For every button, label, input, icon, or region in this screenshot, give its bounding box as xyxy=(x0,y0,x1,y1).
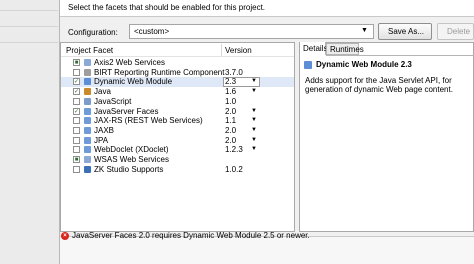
tab-divider xyxy=(326,55,474,56)
error-icon: × xyxy=(61,232,69,240)
chevron-down-icon[interactable]: ▼ xyxy=(251,145,257,155)
facet-name: JavaScript xyxy=(94,96,132,106)
facet-checkbox[interactable] xyxy=(73,97,80,105)
facet-checkbox[interactable]: ■ xyxy=(73,156,80,163)
facet-version: 1.0 xyxy=(225,96,237,106)
chevron-down-icon[interactable]: ▼ xyxy=(251,77,257,87)
details-panel xyxy=(299,42,474,232)
facet-name: JAX-RS (REST Web Services) xyxy=(94,116,203,126)
facet-icon xyxy=(84,78,91,86)
column-header-facet[interactable]: Project Facet xyxy=(62,44,222,56)
facet-version: 1.6 xyxy=(225,87,237,97)
window-left-strip xyxy=(0,0,60,264)
facet-checkbox[interactable]: ✓ xyxy=(73,107,80,115)
facet-row[interactable]: JPA 2.0 ▼ xyxy=(61,136,294,146)
chevron-down-icon[interactable]: ▼ xyxy=(361,27,368,34)
chevron-down-icon[interactable]: ▼ xyxy=(251,116,257,126)
facet-row[interactable]: JavaScript 1.0 xyxy=(61,97,294,107)
facet-row[interactable]: ✓ Java 1.6 ▼ xyxy=(61,87,294,97)
facet-version: 1.1 xyxy=(225,116,237,126)
chevron-down-icon[interactable]: ▼ xyxy=(251,87,257,97)
save-as-label: Save As... xyxy=(388,27,425,36)
facet-checkbox[interactable]: ■ xyxy=(73,59,80,66)
facet-checkbox[interactable]: ✓ xyxy=(73,78,80,86)
facet-row[interactable]: ■ WSAS Web Services xyxy=(61,155,294,165)
strip-line xyxy=(0,42,58,43)
tab-details[interactable]: Details xyxy=(300,42,327,55)
facet-checkbox[interactable] xyxy=(73,117,80,125)
facet-name: Java xyxy=(94,87,111,97)
facet-checkbox[interactable] xyxy=(73,136,80,144)
facet-name: Axis2 Web Services xyxy=(94,58,165,67)
facet-icon xyxy=(84,88,91,96)
facet-checkbox[interactable] xyxy=(73,126,80,134)
facet-name: JPA xyxy=(94,135,109,145)
facet-version: 3.7.0 xyxy=(225,67,243,77)
chevron-down-icon[interactable]: ▼ xyxy=(251,107,257,117)
details-description: Adds support for the Java Servlet API, f… xyxy=(305,76,453,94)
configuration-label: Configuration: xyxy=(68,28,118,37)
column-header-version[interactable]: Version xyxy=(223,44,293,56)
facet-name: Dynamic Web Module xyxy=(94,77,173,87)
facet-icon xyxy=(84,136,91,144)
delete-label: Delete xyxy=(447,27,471,36)
facet-row[interactable]: WebDoclet (XDoclet) 1.2.3 ▼ xyxy=(61,145,294,155)
details-title: Dynamic Web Module 2.3 xyxy=(316,60,412,69)
facet-icon xyxy=(84,156,91,163)
facet-icon xyxy=(304,61,312,69)
facet-version: 2.3 xyxy=(225,77,237,87)
facet-row-selected[interactable]: ✓ Dynamic Web Module 2.3 ▼ xyxy=(61,77,294,88)
facet-checkbox[interactable] xyxy=(73,165,80,173)
facet-icon xyxy=(84,59,91,66)
strip-line xyxy=(0,10,58,11)
facet-name: ZK Studio Supports xyxy=(94,164,164,174)
facet-row[interactable]: JAXB 2.0 ▼ xyxy=(61,126,294,136)
header-divider xyxy=(61,56,294,57)
status-band xyxy=(60,236,474,264)
facet-icon xyxy=(84,165,91,173)
facet-checkbox[interactable]: ✓ xyxy=(73,88,80,96)
facet-version: 2.0 xyxy=(225,106,237,116)
facet-version: 1.2.3 xyxy=(225,145,243,155)
facet-row[interactable]: ✓ JavaServer Faces 2.0 ▼ xyxy=(61,107,294,117)
facet-name: JavaServer Faces xyxy=(94,106,159,116)
tab-runtimes[interactable]: Runtimes xyxy=(326,43,364,55)
facet-name: JAXB xyxy=(94,125,115,135)
facet-icon xyxy=(84,126,91,134)
facet-version: 2.0 xyxy=(225,135,237,145)
facet-version: 2.0 xyxy=(225,125,237,135)
facet-name: WSAS Web Services xyxy=(94,155,169,164)
configuration-select[interactable]: <custom> xyxy=(129,24,374,39)
error-message: JavaServer Faces 2.0 requires Dynamic We… xyxy=(72,231,310,240)
facet-row[interactable]: ZK Studio Supports 1.0.2 xyxy=(61,165,294,175)
facet-checkbox[interactable] xyxy=(73,146,80,154)
facet-icon xyxy=(84,107,91,115)
facet-icon xyxy=(84,146,91,154)
facet-icon xyxy=(84,68,91,76)
facet-version: 1.0.2 xyxy=(225,164,243,174)
chevron-down-icon[interactable]: ▼ xyxy=(251,136,257,146)
facet-name: WebDoclet (XDoclet) xyxy=(94,145,169,155)
facet-row[interactable]: JAX-RS (REST Web Services) 1.1 ▼ xyxy=(61,116,294,126)
strip-line xyxy=(0,26,58,27)
chevron-down-icon[interactable]: ▼ xyxy=(251,126,257,136)
facet-checkbox[interactable] xyxy=(73,68,80,76)
facet-row[interactable]: ■ Axis2 Web Services xyxy=(61,58,294,68)
facet-icon xyxy=(84,97,91,105)
facet-name: BIRT Reporting Runtime Component xyxy=(94,67,225,77)
facet-icon xyxy=(84,117,91,125)
facet-row[interactable]: BIRT Reporting Runtime Component 3.7.0 xyxy=(61,68,294,78)
page-description: Select the facets that should be enabled… xyxy=(68,3,266,12)
